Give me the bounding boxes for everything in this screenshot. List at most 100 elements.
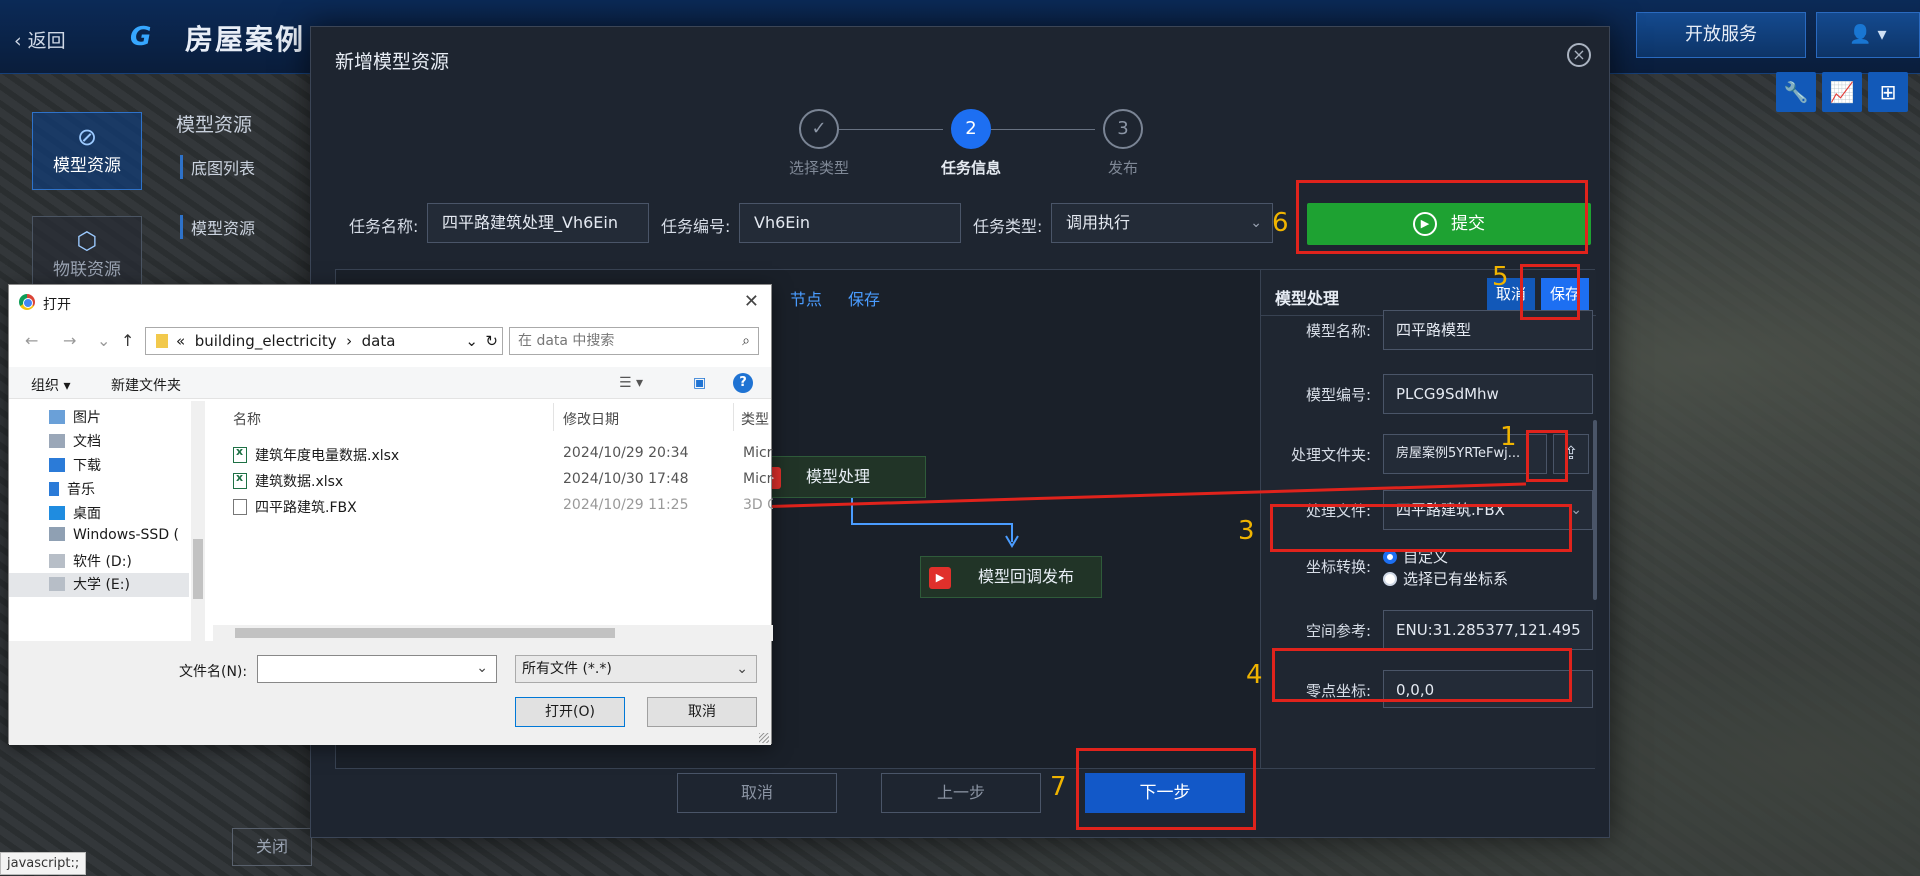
radio-label: 选择已有坐标系 [1403,570,1509,588]
model-name-label: 模型名称: [1305,322,1371,340]
file-list-hscrollbar[interactable] [213,625,773,641]
stepper: ✓ 选择类型 2 任务信息 3 发布 [311,109,1609,179]
path-part[interactable]: data [362,332,396,350]
tree-item-pictures[interactable]: 图片 [49,407,101,427]
spatial-label: 空间参考: [1305,622,1371,640]
col-name[interactable]: 名称 [233,409,261,429]
user-menu-button[interactable]: 👤 ▾ [1816,12,1920,58]
tree-label: 音乐 [67,482,95,498]
radio-dot [1383,550,1397,564]
file-row[interactable]: 建筑年度电量数据.xlsx 2024/10/29 20:34 Micro [233,445,773,469]
drive-icon [49,554,65,568]
footer-prev-button[interactable]: 上一步 [881,773,1041,813]
open-service-button[interactable]: 开放服务 [1636,12,1806,58]
up-arrow-icon[interactable]: ↑ [121,331,134,350]
annotation-box-spatial [1272,648,1572,702]
organize-menu[interactable]: 组织 ▾ [31,375,70,395]
user-icon: 👤 [1849,24,1872,45]
modal-title: 新增模型资源 [335,51,450,73]
drive-icon [49,527,65,541]
task-type-select[interactable]: 调用执行 ⌄ [1051,203,1273,243]
chevron-down-icon[interactable]: ⌄ [465,328,478,354]
file-date: 2024/10/29 20:34 [563,445,689,461]
chevron-down-icon[interactable]: ⌄ [97,331,110,350]
tree-item-documents[interactable]: 文档 [49,431,101,451]
filename-input[interactable]: ⌄ [257,655,497,683]
col-type[interactable]: 类型 [741,409,769,429]
folder-select[interactable]: 房屋案例5YRTeFwj... [1383,434,1547,474]
pictures-icon [49,410,65,424]
spatial-input[interactable]: ENU:31.285377,121.495 [1383,610,1593,650]
resource-item-basemap[interactable]: 底图列表 [180,155,320,179]
open-button[interactable]: 打开(O) [515,697,625,727]
folder-icon [156,334,168,348]
col-separator [553,403,554,431]
forward-arrow-icon[interactable]: → [63,331,76,350]
tree-item-music[interactable]: 音乐 [49,479,95,499]
close-button[interactable]: 关闭 [232,828,312,866]
back-arrow-icon[interactable]: ← [25,331,38,350]
view-options-icon[interactable]: ☰ ▾ [619,375,643,391]
file-list-header: 名称 修改日期 类型 [213,403,773,431]
search-input[interactable]: 在 data 中搜索 ⌕ [509,327,759,355]
coord-existing-radio[interactable]: 选择已有坐标系 [1383,568,1508,589]
file-row[interactable]: 建筑数据.xlsx 2024/10/30 17:48 Micro [233,471,773,495]
folder-label: 处理文件夹: [1290,446,1371,464]
new-folder-button[interactable]: 新建文件夹 [111,375,181,395]
task-no-input[interactable]: Vh6Ein [739,203,961,243]
col-date[interactable]: 修改日期 [563,409,619,429]
tree-item-desktop[interactable]: 桌面 [49,503,101,523]
logo-icon: G [130,22,152,52]
scroll-thumb[interactable] [193,539,203,599]
file-type-filter[interactable]: 所有文件 (*.*) ⌄ [515,655,757,683]
task-no-label: 任务编号: [661,217,731,236]
path-bar[interactable]: « building_electricity › data ⌄ ↻ [145,327,503,355]
task-name-input[interactable]: 四平路建筑处理_Vh6Ein [427,203,649,243]
file-row[interactable]: 四平路建筑.FBX 2024/10/29 11:25 3D O [233,497,773,521]
file-date: 2024/10/29 11:25 [563,497,689,513]
step-label: 任务信息 [940,159,1001,177]
chrome-icon [19,294,35,310]
nav-iot-resource[interactable]: ⬡ 物联资源 [32,216,142,294]
panel-scrollbar[interactable] [1593,420,1597,600]
annotation-box-upload [1526,430,1568,482]
folder-tree: 图片 文档 下载 音乐 桌面 Windows-SSD ( 软件 (D:) 大学 … [9,401,205,641]
tree-item-downloads[interactable]: 下载 [49,455,101,475]
tool-icons: 🔧 📈 ⊞ [1776,72,1908,112]
back-link[interactable]: ‹ 返回 [14,26,66,53]
dialog-footer: 文件名(N): ⌄ 所有文件 (*.*) ⌄ 打开(O) 取消 [9,641,771,745]
nav-model-resource[interactable]: ⊘ 模型资源 [32,112,142,190]
resize-grip-icon[interactable] [759,733,769,743]
step-circle: ✓ [799,109,839,149]
close-icon[interactable]: ✕ [744,291,759,312]
cube-icon: ⬡ [76,227,98,255]
footer-cancel-button[interactable]: 取消 [677,773,837,813]
flow-node-callback-publish[interactable]: ▶ 模型回调发布 [920,556,1102,598]
scroll-thumb[interactable] [235,628,615,638]
tree-item-drive-d[interactable]: 软件 (D:) [49,551,132,571]
refresh-icon[interactable]: ↻ [485,328,498,354]
open-file-dialog: 打开 ✕ ← → ⌄ ↑ « building_electricity › da… [8,284,773,745]
wrench-icon[interactable]: 🔧 [1776,72,1816,112]
file-type: 3D O [743,497,773,513]
preview-pane-icon[interactable]: ▣ [693,375,706,391]
annotation-number: 5 [1492,262,1509,292]
chevron-down-icon[interactable]: ⌄ [476,660,488,676]
resource-panel-title: 模型资源 [176,114,253,136]
tree-scrollbar[interactable] [191,401,205,641]
help-icon[interactable]: ? [733,373,753,393]
download-icon [49,458,65,472]
dialog-title: 打开 [43,297,71,313]
resource-item-model[interactable]: 模型资源 [180,215,320,239]
annotation-number: 1 [1500,422,1517,452]
tree-item-drive-e[interactable]: 大学 (E:) [9,573,189,597]
dialog-cancel-button[interactable]: 取消 [647,697,757,727]
tree-item-windows-ssd[interactable]: Windows-SSD ( [49,527,179,543]
excel-file-icon [233,445,247,463]
chart-icon[interactable]: 📈 [1822,72,1862,112]
modal-close-icon[interactable]: × [1567,43,1591,67]
path-part[interactable]: building_electricity [195,332,337,350]
dialog-toolbar: 组织 ▾ 新建文件夹 ☰ ▾ ▣ ? [9,367,771,399]
model-no-input[interactable]: PLCG9SdMhw [1383,374,1593,414]
network-icon[interactable]: ⊞ [1868,72,1908,112]
